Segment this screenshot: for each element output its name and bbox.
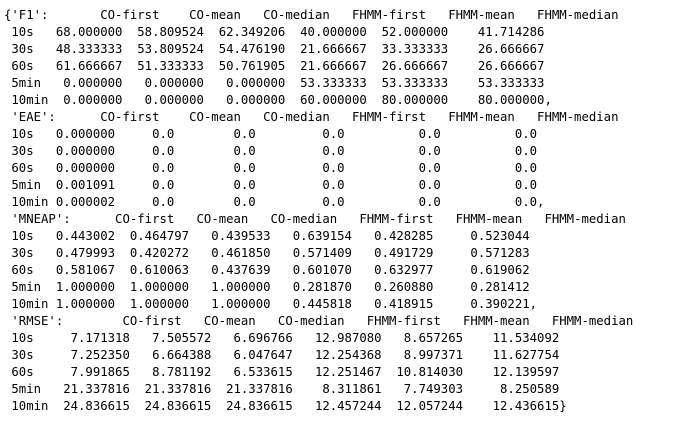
output-line: 60s 0.000000 0.0 0.0 0.0 0.0 0.0 (4, 161, 538, 175)
output-line: 'EAE': CO-first CO-mean CO-median FHMM-f… (4, 110, 619, 124)
output-line: 10s 0.000000 0.0 0.0 0.0 0.0 0.0 (4, 127, 538, 141)
output-line: 5min 0.001091 0.0 0.0 0.0 0.0 0.0 (4, 178, 538, 192)
output-line: 60s 61.666667 51.333333 50.761905 21.666… (4, 59, 545, 73)
output-line: 10min 1.000000 1.000000 1.000000 0.44581… (4, 297, 538, 311)
output-line: 30s 0.479993 0.420272 0.461850 0.571409 … (4, 246, 530, 260)
output-line: 30s 48.333333 53.809524 54.476190 21.666… (4, 42, 545, 56)
output-line: 10s 0.443002 0.464797 0.439533 0.639154 … (4, 229, 530, 243)
output-line: 5min 1.000000 1.000000 1.000000 0.281870… (4, 280, 530, 294)
output-line: 5min 21.337816 21.337816 21.337816 8.311… (4, 382, 560, 396)
output-line: 10s 7.171318 7.505572 6.696766 12.987080… (4, 331, 560, 345)
output-line: 60s 0.581067 0.610063 0.437639 0.601070 … (4, 263, 530, 277)
output-line: 10min 24.836615 24.836615 24.836615 12.4… (4, 399, 567, 413)
console-output: {'F1': CO-first CO-mean CO-median FHMM-f… (4, 7, 633, 415)
output-line: 10s 68.000000 58.809524 62.349206 40.000… (4, 25, 545, 39)
output-line: 'RMSE': CO-first CO-mean CO-median FHMM-… (4, 314, 634, 328)
output-line: 60s 7.991865 8.781192 6.533615 12.251467… (4, 365, 560, 379)
output-line: 'MNEAP': CO-first CO-mean CO-median FHMM… (4, 212, 626, 226)
output-line: {'F1': CO-first CO-mean CO-median FHMM-f… (4, 8, 619, 22)
output-line: 30s 7.252350 6.664388 6.047647 12.254368… (4, 348, 560, 362)
output-line: 5min 0.000000 0.000000 0.000000 53.33333… (4, 76, 545, 90)
output-line: 10min 0.000000 0.000000 0.000000 60.0000… (4, 93, 552, 107)
output-line: 30s 0.000000 0.0 0.0 0.0 0.0 0.0 (4, 144, 538, 158)
output-line: 10min 0.000002 0.0 0.0 0.0 0.0 0.0, (4, 195, 545, 209)
